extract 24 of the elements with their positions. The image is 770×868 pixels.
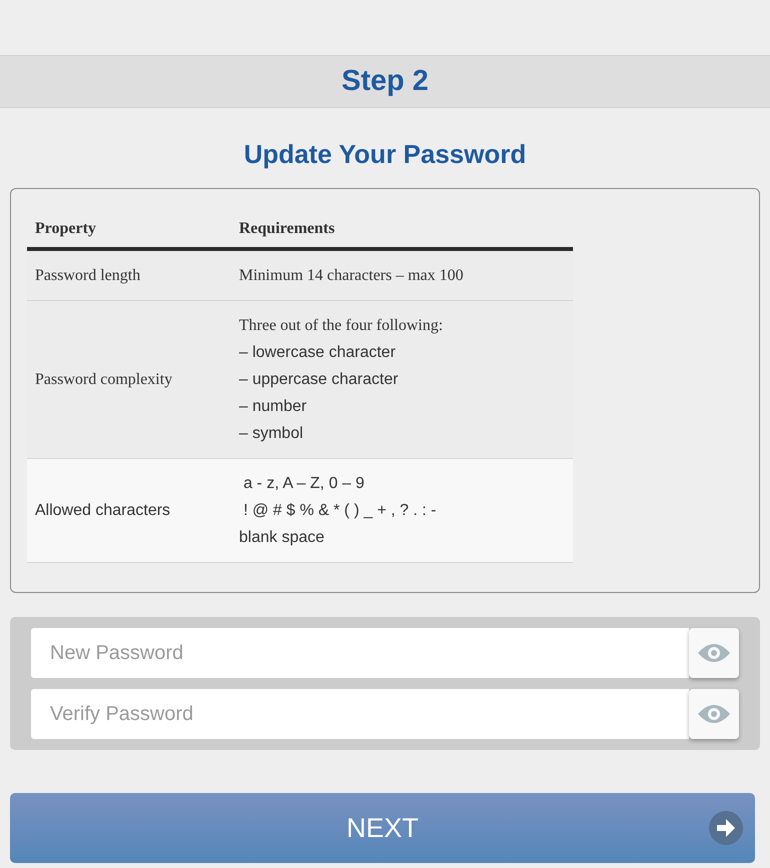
table-cell-text: a - z, A – Z, 0 – 9 [242,474,366,494]
table-cell-text: Minimum 14 characters – max 100 [239,266,464,286]
password-field[interactable]: New Password [31,628,689,678]
page-heading: Update Your Password [242,138,528,170]
table-cell-text: Three out of the four following: [239,316,444,336]
show-password-button[interactable] [689,689,739,739]
table-cell: Password length [35,266,140,284]
step-title: Step 2 [341,64,429,99]
table-cell-text: – lowercase character [239,343,397,363]
table-cell-text: – number [239,397,308,417]
table-cell: Allowed characters [35,502,170,518]
table-cell-text: blank space [239,528,326,548]
table-cell-text: – uppercase character [239,370,400,390]
column-header: Property [35,220,96,237]
password-field[interactable]: Verify Password [31,689,689,739]
eye-icon [697,704,731,724]
show-password-button[interactable] [689,628,739,678]
table-cell: Password complexity [35,370,172,388]
table-cell-text: – symbol [239,424,304,444]
eye-icon [697,643,731,663]
table-cell-text: ! @ # $ % & * ( ) _ + , ? . : - [242,501,438,521]
arrow-right-icon [709,811,743,845]
column-header: Requirements [239,220,335,237]
next-button[interactable]: NEXT [10,793,755,863]
